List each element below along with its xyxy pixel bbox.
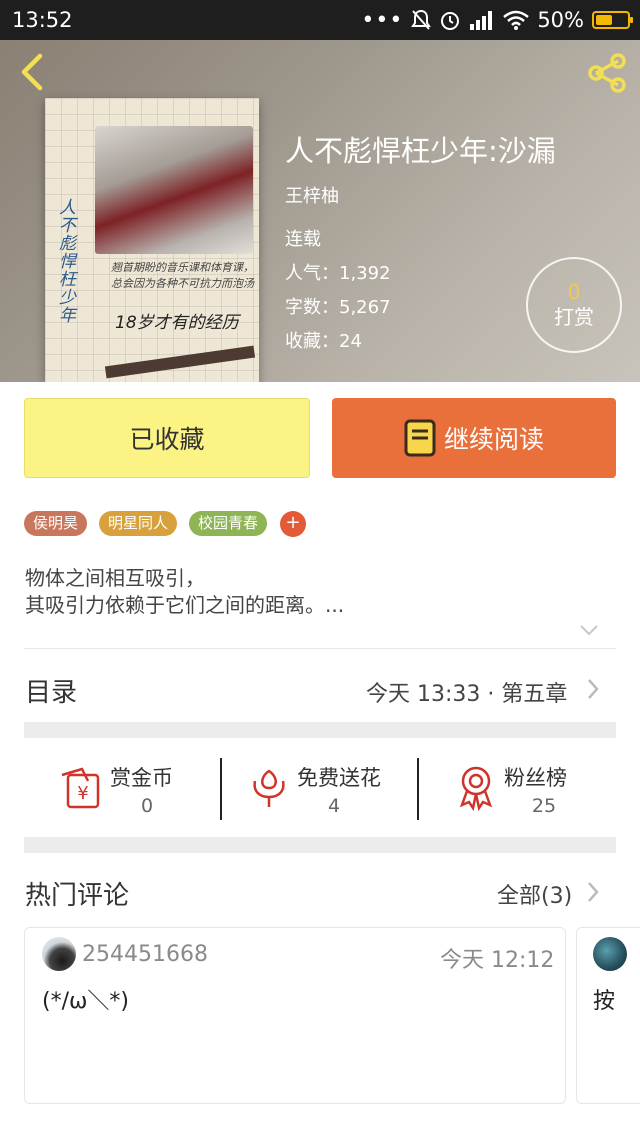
cover-photo	[95, 126, 253, 254]
book-cover[interactable]: 人不彪悍枉少年 翘首期盼的音乐课和体育课，总会因为各种不可抗力而泡汤 18岁才有…	[45, 98, 259, 382]
cover-handwriting: 翘首期盼的音乐课和体育课，总会因为各种不可抗力而泡汤	[111, 261, 254, 290]
comment-username[interactable]: 254451668	[82, 942, 208, 967]
dots-icon: •••	[361, 7, 404, 33]
reward-button[interactable]: 0 打赏	[526, 257, 622, 353]
intro-line: 其吸引力依赖于它们之间的距离。...	[25, 593, 345, 617]
chevron-right-icon[interactable]	[586, 880, 600, 904]
divider	[24, 648, 616, 649]
avatar[interactable]	[593, 937, 627, 971]
svg-text:¥: ¥	[77, 783, 88, 804]
all-comments-link[interactable]: 全部(3)	[497, 878, 572, 910]
tag-chip[interactable]: 侯明昊	[24, 511, 88, 536]
continue-reading-label: 继续阅读	[443, 425, 544, 454]
cover-subtitle: 18岁才有的经历	[115, 313, 239, 333]
free-flower-stat[interactable]: 免费送花 4	[245, 757, 405, 821]
book-popularity: 人气：1,392	[285, 263, 391, 284]
book-icon	[404, 419, 436, 457]
share-icon[interactable]	[584, 50, 630, 96]
reward-count: 0	[567, 280, 581, 304]
wifi-icon	[503, 10, 530, 30]
chevron-down-icon[interactable]	[578, 623, 600, 637]
favorite-label: 已收藏	[129, 425, 205, 454]
chevron-right-icon[interactable]	[586, 677, 600, 701]
tag-chip[interactable]: 校园青春	[189, 511, 268, 536]
comment-text: 按	[593, 989, 616, 1014]
stat-label: 免费送花	[297, 766, 381, 790]
book-status: 连载	[285, 229, 321, 250]
status-bar: 13:52 ••• 50%	[0, 0, 640, 40]
book-word-count: 字数：5,267	[285, 297, 391, 318]
mute-bell-icon	[411, 9, 432, 30]
stat-divider	[417, 758, 419, 820]
section-separator	[24, 722, 616, 738]
status-icons: ••• 50%	[361, 7, 633, 33]
reward-label: 打赏	[554, 305, 594, 329]
red-envelope-yen-icon: ¥	[61, 767, 100, 809]
continue-reading-button[interactable]: 继续阅读	[332, 398, 616, 478]
hot-comments-title: 热门评论	[25, 881, 130, 911]
toc-latest-chapter[interactable]: 今天 13:33 · 第五章	[366, 676, 567, 708]
comment-time: 今天 12:12	[440, 948, 555, 973]
battery-icon	[592, 11, 633, 29]
signal-icon	[470, 11, 493, 30]
favorite-button[interactable]: 已收藏	[24, 398, 310, 478]
flower-icon	[253, 769, 285, 807]
section-separator	[24, 837, 616, 853]
book-intro[interactable]: 物体之间相互吸引， 其吸引力依赖于它们之间的距离。...	[25, 565, 344, 619]
tag-chip[interactable]: 明星同人	[99, 511, 178, 536]
coin-reward-stat[interactable]: ¥ 赏金币 0	[58, 757, 208, 821]
battery-percent: 50%	[537, 8, 584, 32]
comment-text: (*/ω＼*)	[42, 989, 130, 1014]
avatar[interactable]	[42, 937, 76, 971]
fan-ranking-stat[interactable]: 粉丝榜 25	[452, 757, 592, 821]
add-tag-button[interactable]: +	[280, 511, 306, 537]
book-header: 人不彪悍枉少年 翘首期盼的音乐课和体育课，总会因为各种不可抗力而泡汤 18岁才有…	[0, 40, 640, 382]
book-collected: 收藏：24	[285, 331, 362, 352]
cover-title: 人不彪悍枉少年	[55, 198, 75, 324]
stat-value: 25	[531, 795, 557, 817]
book-author[interactable]: 王梓柚	[285, 182, 339, 208]
status-time: 13:52	[12, 8, 73, 32]
stat-value: 0	[140, 795, 154, 817]
intro-line: 物体之间相互吸引，	[25, 566, 205, 590]
stat-label: 粉丝榜	[504, 766, 567, 790]
ribbon-medal-icon	[459, 766, 493, 811]
alarm-icon	[441, 12, 460, 30]
stat-value: 4	[327, 795, 341, 817]
book-title: 人不彪悍枉少年:沙漏	[285, 134, 556, 168]
stat-label: 赏金币	[110, 766, 173, 790]
back-icon[interactable]	[14, 52, 48, 92]
stat-divider	[220, 758, 222, 820]
toc-title[interactable]: 目录	[25, 672, 77, 709]
